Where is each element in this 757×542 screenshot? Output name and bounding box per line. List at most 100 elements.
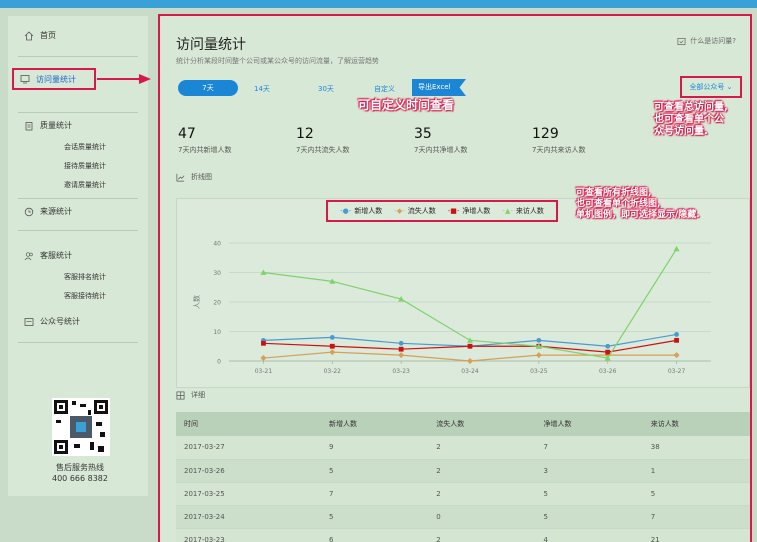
- account-select[interactable]: 全部公众号 ⌄: [680, 76, 742, 98]
- sidebar-subitem-reception-quality[interactable]: 接待质量统计: [64, 161, 106, 171]
- table-cell: 9: [321, 436, 429, 460]
- divider: [18, 342, 138, 343]
- table-cell: 5: [321, 459, 429, 483]
- sidebar-item-quality[interactable]: 质量统计: [24, 120, 72, 131]
- data-point: [467, 358, 473, 364]
- data-point: [605, 343, 611, 349]
- help-link[interactable]: 什么是访问量?: [677, 36, 736, 46]
- sidebar-subitem-invite-quality[interactable]: 邀请质量统计: [64, 180, 106, 190]
- table-header-cell: 流失人数: [428, 412, 536, 436]
- annotation-arrow: [97, 74, 151, 84]
- table-row: 2017-03-26 5 2 3 1: [176, 459, 750, 483]
- table-header-row: 时间 新增人数 流失人数 净增人数 来访人数: [176, 412, 750, 436]
- stat-lost: 12 7天内共流失人数: [296, 126, 349, 155]
- stat-label: 7天内共净增人数: [414, 146, 468, 154]
- tab-7days[interactable]: 7天: [178, 80, 238, 96]
- table-cell: 21: [642, 528, 750, 542]
- table-cell: 3: [535, 459, 643, 483]
- stat-value: 47: [178, 126, 196, 142]
- detail-section-title: 详细: [176, 390, 205, 400]
- table-header-cell: 时间: [176, 412, 322, 436]
- table-header-cell: 来访人数: [642, 412, 750, 436]
- divider: [18, 56, 138, 57]
- users-icon: [24, 251, 33, 260]
- main-panel: 访问量统计 统计分析某段时间整个公司或某公众号的访问流量，了解运营趋势 什么是访…: [158, 14, 752, 542]
- table-row: 2017-03-27 9 2 7 38: [176, 436, 750, 460]
- sidebar-item-service[interactable]: 客服统计: [24, 250, 72, 261]
- tab-custom[interactable]: 自定义: [374, 84, 395, 94]
- sidebar-subitem-session-quality[interactable]: 会话质量统计: [64, 142, 106, 152]
- x-tick-label: 03-24: [461, 368, 479, 375]
- annotation-total-visits: 可查看总访问量, 也可查看单个公 众号访问量.: [654, 102, 728, 138]
- divider: [18, 112, 138, 113]
- table-row: 2017-03-23 6 2 4 21: [176, 528, 750, 542]
- x-tick-label: 03-22: [324, 368, 342, 375]
- legend-item-visitors[interactable]: -▲- 来访人数: [502, 206, 543, 216]
- data-point: [673, 245, 680, 252]
- data-point: [674, 337, 679, 343]
- legend-label: 新增人数: [354, 207, 383, 215]
- stat-visitors: 129 7天内共来访人数: [532, 126, 585, 155]
- legend-item-lost[interactable]: -◆- 流失人数: [394, 206, 435, 216]
- line-chart-section-title: 折线图: [176, 172, 212, 182]
- stat-value: 35: [414, 126, 432, 142]
- table-cell: 5: [321, 505, 429, 529]
- y-tick-label: 10: [213, 329, 221, 336]
- table-header-cell: 新增人数: [321, 412, 429, 436]
- line-chart: 0 10 20 30 40 03-21 03-22 03-23 03-24 03-25 03-26 0…: [176, 198, 750, 388]
- sidebar-item-home[interactable]: 首页: [24, 30, 56, 41]
- data-point: [673, 352, 680, 359]
- data-point: [605, 349, 611, 355]
- sidebar-subitem-service-ranking[interactable]: 客服排名统计: [64, 272, 106, 282]
- sidebar-item-official-account[interactable]: 公众号统计: [24, 316, 80, 327]
- annotation-custom-time: 可自定义时间查看: [358, 98, 455, 112]
- account-select-value: 全部公众号: [689, 83, 725, 91]
- legend-label: 来访人数: [515, 207, 544, 215]
- table-cell: 5: [535, 482, 643, 506]
- line-chart-svg: 0 10 20 30 40 03-21 03-22 03-23 03-24 03-25 03-26 0…: [192, 241, 711, 375]
- data-point: [674, 332, 679, 337]
- table-cell: 2017-03-24: [176, 505, 322, 529]
- legend-item-new[interactable]: -●- 新增人数: [340, 206, 382, 216]
- y-axis-label: 人数: [192, 295, 201, 309]
- sidebar-subitem-service-reception[interactable]: 客服接待统计: [64, 291, 106, 301]
- table-cell: 2017-03-26: [176, 459, 322, 483]
- section-label: 详细: [191, 391, 205, 399]
- table-cell: 4: [535, 528, 643, 542]
- table-cell: 2: [428, 528, 536, 542]
- data-point: [398, 346, 404, 352]
- table-cell: 7: [321, 482, 429, 506]
- table-row: 2017-03-24 5 0 5 7: [176, 505, 750, 529]
- stat-new: 47 7天内共新增人数: [178, 126, 231, 155]
- y-tick-label: 20: [213, 300, 221, 307]
- page-subtitle: 统计分析某段时间整个公司或某公众号的访问流量，了解运营趋势: [176, 57, 379, 65]
- divider: [18, 230, 138, 231]
- y-tick-label: 40: [213, 241, 221, 248]
- section-label: 折线图: [191, 173, 212, 181]
- legend-swatch: -●-: [340, 207, 352, 215]
- sidebar-item-label: 来源统计: [40, 207, 72, 216]
- stat-net: 35 7天内共净增人数: [414, 126, 467, 155]
- clock-icon: [24, 207, 34, 216]
- annotation-line: 可查看所有折线图,: [576, 188, 652, 198]
- legend-item-net[interactable]: -■- 净增人数: [448, 206, 491, 216]
- data-point: [329, 343, 335, 349]
- annotation-line: 众号访问量.: [654, 126, 708, 137]
- export-excel-button[interactable]: 导出Excel: [412, 79, 466, 96]
- chevron-down-icon: ⌄: [726, 83, 733, 91]
- x-tick-label: 03-21: [255, 368, 273, 375]
- line-chart-icon: [176, 173, 185, 181]
- x-tick-label: 03-25: [530, 368, 548, 375]
- data-point: [535, 352, 542, 359]
- stat-label: 7天内共新增人数: [178, 146, 232, 154]
- legend-label: 流失人数: [407, 207, 436, 215]
- sidebar-item-visit-stats[interactable]: 访问量统计: [12, 68, 96, 90]
- legend-swatch: -■-: [447, 207, 460, 215]
- sidebar-item-label: 客服统计: [40, 251, 72, 260]
- sidebar-item-source[interactable]: 来源统计: [24, 206, 72, 217]
- table-cell: 2017-03-27: [176, 436, 322, 460]
- tab-30days[interactable]: 30天: [318, 84, 334, 94]
- table-cell: 38: [642, 436, 750, 460]
- data-point: [398, 340, 404, 346]
- tab-14days[interactable]: 14天: [254, 84, 270, 94]
